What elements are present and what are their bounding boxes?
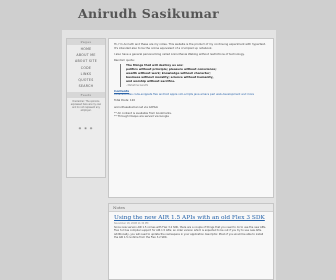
posts-section: Notes Using the new AIR 1.5 APIs with an… (108, 203, 274, 280)
sidebar: Pages HOME ABOUT ME ABOUT SITE CODE LINK… (66, 38, 106, 178)
rss-icon[interactable]: ◉ (79, 126, 83, 130)
sidebar-item-search[interactable]: SEARCH (67, 83, 105, 89)
main-content: Hi, I'm Anirudh and these are my notes. … (108, 38, 274, 198)
intro-text-2: I also have a general personal blog call… (114, 51, 245, 56)
footnote: ** Through Disqus are served via Google (114, 114, 169, 119)
quote-attribution: - Mahatma Gandhi (126, 84, 149, 88)
sidebar-feeds-heading: Feeds (67, 92, 105, 99)
quote-heading: Random quote: (114, 57, 135, 62)
site-title[interactable]: Anirudh Sasikumar (78, 6, 219, 21)
rss-icon[interactable]: ◉ (84, 126, 88, 130)
post-excerpt: Since new version AIR 1.5 comes with Fle… (114, 226, 267, 240)
intro-text: Hi, I'm Anirudh and these are my notes. … (114, 42, 266, 50)
post-title-link[interactable]: Using the new AIR 1.5 APIs with an old F… (109, 212, 273, 221)
random-quote: The things that will destroy us are: pol… (120, 64, 268, 88)
quote-line: and worship without sacrifice. (126, 78, 176, 83)
contents-tags[interactable]: code archives code-snippets flex android… (114, 93, 268, 97)
posts-heading: Notes (109, 204, 273, 212)
sidebar-nav: HOME ABOUT ME ABOUT SITE CODE LINKS QUOT… (67, 45, 105, 89)
rss-icon[interactable]: ◉ (90, 126, 94, 130)
feed-icons: ◉ ◉ ◉ (67, 126, 105, 130)
sidebar-disclaimer: Disclaimer: The opinions expressed here … (70, 100, 102, 113)
